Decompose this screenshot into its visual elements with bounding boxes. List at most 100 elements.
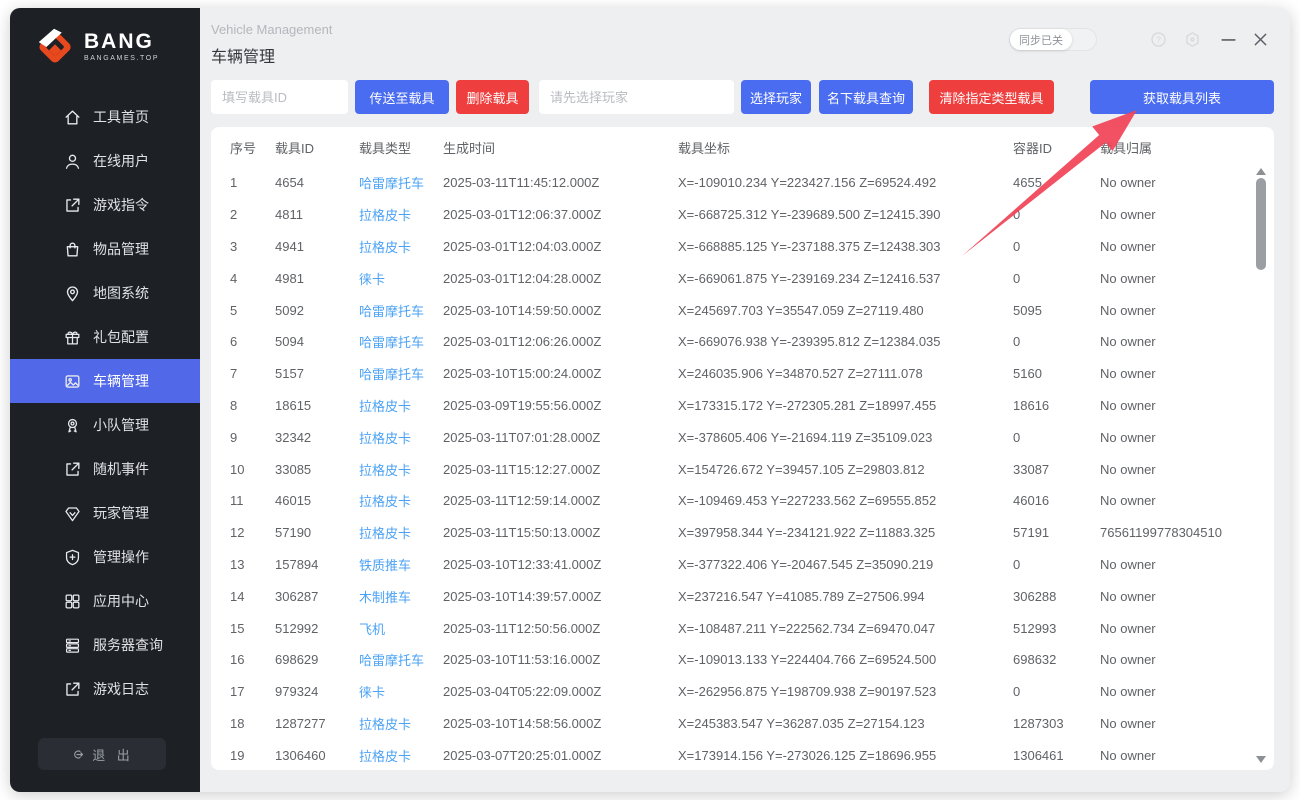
sidebar-item-10[interactable]: 玩家管理 bbox=[10, 491, 200, 535]
cell-owner: 76561199778304510 bbox=[1100, 525, 1240, 540]
cell-vehicle-type[interactable]: 拉格皮卡 bbox=[359, 746, 443, 765]
sidebar-item-1[interactable]: 工具首页 bbox=[10, 95, 200, 139]
cell-vehicle-type[interactable]: 铁质推车 bbox=[359, 555, 443, 574]
scrollbar-up-arrow-icon[interactable] bbox=[1256, 168, 1266, 175]
cell-owner: No owner bbox=[1100, 684, 1240, 699]
scrollbar-down-arrow-icon[interactable] bbox=[1256, 756, 1266, 763]
cell-coordinates: X=-377322.406 Y=-20467.545 Z=35090.219 bbox=[678, 557, 1013, 572]
owned-vehicles-query-button[interactable]: 名下载具查询 bbox=[819, 80, 913, 114]
sidebar-item-label: 小队管理 bbox=[93, 415, 149, 435]
cell-index: 18 bbox=[230, 716, 275, 731]
sidebar-item-4[interactable]: 物品管理 bbox=[10, 227, 200, 271]
cell-vehicle-type[interactable]: 哈雷摩托车 bbox=[359, 364, 443, 383]
table-header: 序号 载具ID 载具类型 生成时间 载具坐标 容器ID 载具归属 bbox=[211, 127, 1274, 167]
brand-logo: BANG BANGAMES.TOP bbox=[10, 8, 200, 81]
select-player-button[interactable]: 选择玩家 bbox=[741, 80, 811, 114]
cell-vehicle-type[interactable]: 拉格皮卡 bbox=[359, 237, 443, 256]
page-title: 车辆管理 bbox=[211, 43, 332, 67]
sidebar-item-3[interactable]: 游戏指令 bbox=[10, 183, 200, 227]
sidebar-item-8[interactable]: 小队管理 bbox=[10, 403, 200, 447]
sidebar-item-label: 车辆管理 bbox=[93, 371, 149, 391]
cell-vehicle-id: 157894 bbox=[275, 557, 359, 572]
vehicle-id-input[interactable] bbox=[211, 80, 348, 114]
cell-container-id: 57191 bbox=[1013, 525, 1100, 540]
cell-container-id: 0 bbox=[1013, 207, 1100, 222]
teleport-to-vehicle-button[interactable]: 传送至载具 bbox=[355, 80, 449, 114]
cell-owner: No owner bbox=[1100, 430, 1240, 445]
cell-vehicle-type[interactable]: 哈雷摩托车 bbox=[359, 301, 443, 320]
cell-coordinates: X=-669061.875 Y=-239169.234 Z=12416.537 bbox=[678, 271, 1013, 286]
delete-vehicle-button[interactable]: 删除载具 bbox=[456, 80, 529, 114]
cell-owner: No owner bbox=[1100, 175, 1240, 190]
cell-vehicle-type[interactable]: 徕卡 bbox=[359, 682, 443, 701]
sidebar-item-label: 游戏指令 bbox=[93, 195, 149, 215]
cell-index: 8 bbox=[230, 398, 275, 413]
brand-name: BANG bbox=[84, 31, 159, 52]
cell-owner: No owner bbox=[1100, 748, 1240, 763]
cell-coordinates: X=246035.906 Y=34870.527 Z=27111.078 bbox=[678, 366, 1013, 381]
get-vehicle-list-button[interactable]: 获取载具列表 bbox=[1090, 80, 1274, 114]
cell-coordinates: X=173914.156 Y=-273026.125 Z=18696.955 bbox=[678, 748, 1013, 763]
cell-vehicle-type[interactable]: 拉格皮卡 bbox=[359, 460, 443, 479]
medal-icon bbox=[63, 416, 82, 435]
player-select-input[interactable] bbox=[539, 80, 734, 114]
cell-created-time: 2025-03-01T12:04:03.000Z bbox=[443, 239, 678, 254]
sidebar-item-12[interactable]: 应用中心 bbox=[10, 579, 200, 623]
cell-vehicle-id: 5092 bbox=[275, 303, 359, 318]
logout-button[interactable]: 退 出 bbox=[38, 738, 166, 770]
cell-container-id: 4655 bbox=[1013, 175, 1100, 190]
cell-container-id: 1287303 bbox=[1013, 716, 1100, 731]
table-row: 15 512992 飞机 2025-03-11T12:50:56.000Z X=… bbox=[211, 612, 1274, 644]
cell-coordinates: X=-669076.938 Y=-239395.812 Z=12384.035 bbox=[678, 334, 1013, 349]
scrollbar-thumb[interactable] bbox=[1256, 178, 1266, 270]
sidebar-item-9[interactable]: 随机事件 bbox=[10, 447, 200, 491]
table-row: 4 4981 徕卡 2025-03-01T12:04:28.000Z X=-66… bbox=[211, 262, 1274, 294]
cell-vehicle-type[interactable]: 飞机 bbox=[359, 619, 443, 638]
sync-toggle[interactable]: 同步已关 bbox=[1009, 28, 1097, 51]
cell-index: 2 bbox=[230, 207, 275, 222]
main-panel: Vehicle Management 车辆管理 同步已关 ? bbox=[200, 8, 1290, 792]
cell-created-time: 2025-03-10T12:33:41.000Z bbox=[443, 557, 678, 572]
cell-vehicle-type[interactable]: 徕卡 bbox=[359, 269, 443, 288]
cell-vehicle-type[interactable]: 拉格皮卡 bbox=[359, 523, 443, 542]
cell-vehicle-id: 979324 bbox=[275, 684, 359, 699]
cell-container-id: 46016 bbox=[1013, 493, 1100, 508]
shield-plus-icon bbox=[63, 548, 82, 567]
sidebar-item-14[interactable]: 游戏日志 bbox=[10, 667, 200, 711]
sidebar-item-6[interactable]: 礼包配置 bbox=[10, 315, 200, 359]
settings-hexagon-icon[interactable] bbox=[1183, 30, 1202, 49]
map-pin-icon bbox=[63, 284, 82, 303]
cell-vehicle-type[interactable]: 拉格皮卡 bbox=[359, 428, 443, 447]
table-row: 11 46015 拉格皮卡 2025-03-11T12:59:14.000Z X… bbox=[211, 485, 1274, 517]
table-scrollbar[interactable] bbox=[1255, 168, 1267, 763]
table-row: 9 32342 拉格皮卡 2025-03-11T07:01:28.000Z X=… bbox=[211, 421, 1274, 453]
cell-vehicle-type[interactable]: 拉格皮卡 bbox=[359, 205, 443, 224]
minimize-button[interactable] bbox=[1219, 30, 1238, 49]
sidebar-item-7[interactable]: 车辆管理 bbox=[10, 359, 200, 403]
cell-index: 3 bbox=[230, 239, 275, 254]
cell-coordinates: X=245383.547 Y=36287.035 Z=27154.123 bbox=[678, 716, 1013, 731]
clear-vehicle-type-button[interactable]: 清除指定类型载具 bbox=[929, 80, 1054, 114]
help-icon[interactable]: ? bbox=[1149, 30, 1168, 49]
sidebar-item-label: 应用中心 bbox=[93, 591, 149, 611]
sidebar-item-11[interactable]: 管理操作 bbox=[10, 535, 200, 579]
sidebar-item-13[interactable]: 服务器查询 bbox=[10, 623, 200, 667]
cell-vehicle-type[interactable]: 拉格皮卡 bbox=[359, 491, 443, 510]
cell-owner: No owner bbox=[1100, 621, 1240, 636]
close-button[interactable] bbox=[1251, 30, 1270, 49]
cell-container-id: 0 bbox=[1013, 334, 1100, 349]
cell-vehicle-type[interactable]: 哈雷摩托车 bbox=[359, 173, 443, 192]
col-index: 序号 bbox=[230, 138, 275, 157]
sidebar-item-2[interactable]: 在线用户 bbox=[10, 139, 200, 183]
cell-vehicle-type[interactable]: 拉格皮卡 bbox=[359, 714, 443, 733]
cell-vehicle-type[interactable]: 哈雷摩托车 bbox=[359, 650, 443, 669]
log-icon bbox=[63, 680, 82, 699]
sidebar-item-label: 地图系统 bbox=[93, 283, 149, 303]
cell-vehicle-type[interactable]: 拉格皮卡 bbox=[359, 396, 443, 415]
cell-index: 15 bbox=[230, 621, 275, 636]
cell-vehicle-type[interactable]: 木制推车 bbox=[359, 587, 443, 606]
cell-owner: No owner bbox=[1100, 239, 1240, 254]
sidebar-item-5[interactable]: 地图系统 bbox=[10, 271, 200, 315]
cell-vehicle-id: 1287277 bbox=[275, 716, 359, 731]
cell-vehicle-type[interactable]: 哈雷摩托车 bbox=[359, 332, 443, 351]
